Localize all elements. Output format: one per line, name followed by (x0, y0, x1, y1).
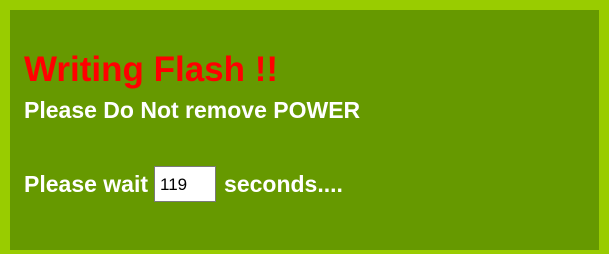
power-warning-text: Please Do Not remove POWER (24, 97, 361, 123)
wait-prefix-text: Please wait (24, 171, 149, 197)
wait-suffix-text: seconds.... (224, 171, 343, 197)
writing-flash-title: Writing Flash !! (24, 50, 279, 89)
flash-status-panel: Writing Flash !! Please Do Not remove PO… (0, 0, 609, 254)
countdown-seconds-field[interactable] (154, 166, 217, 202)
wait-countdown-line: Please wait seconds.... (24, 166, 343, 202)
